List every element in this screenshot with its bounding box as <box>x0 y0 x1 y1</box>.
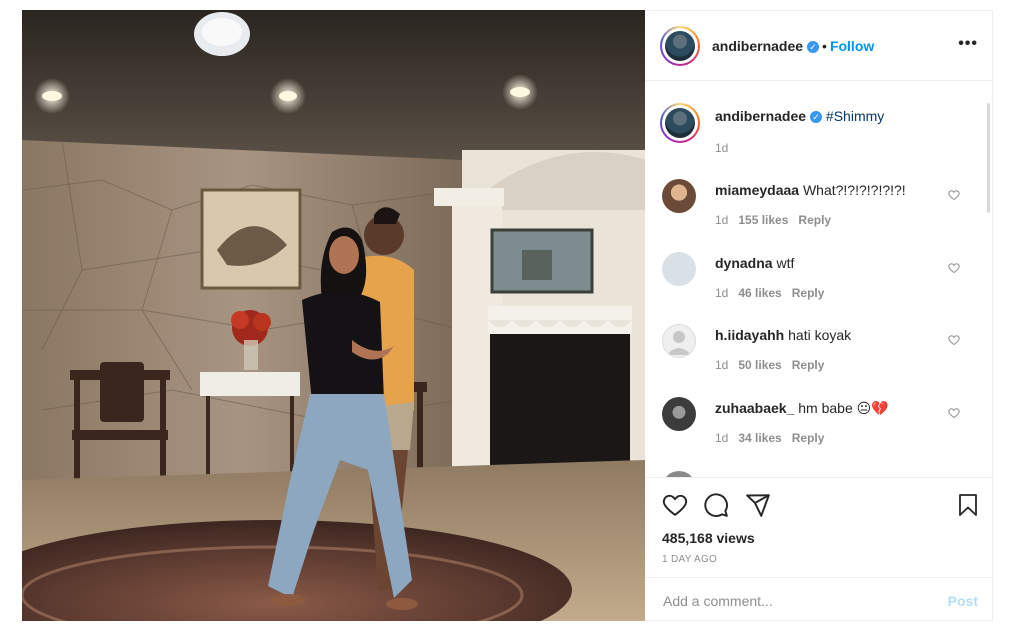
comment-meta: 1d 46 likes Reply <box>715 286 834 300</box>
comment-likes[interactable]: 50 likes <box>738 358 781 372</box>
post-actions: 485,168 views 1 DAY AGO Post <box>645 477 992 622</box>
header-line: andibernadee ✓ • Follow <box>712 38 874 56</box>
view-count[interactable]: 485,168 views <box>662 530 755 546</box>
reply-button[interactable]: Reply <box>792 358 825 372</box>
caption-meta: 1d <box>715 141 738 155</box>
comment-text: hm babe 😐💔 <box>798 400 889 416</box>
comment-like-heart-icon[interactable] <box>948 189 960 201</box>
commenter-username[interactable]: zuhaabaek_ <box>715 400 794 416</box>
commenter-username[interactable]: dynadna <box>715 255 773 271</box>
comment-text: hati koyak <box>788 327 852 343</box>
commenter-username[interactable]: miameydaaa <box>715 182 799 198</box>
reply-button[interactable]: Reply <box>798 213 831 227</box>
comment-text: wtf <box>776 255 795 271</box>
caption-item: andibernadee ✓ #Shimmy 1d <box>645 103 992 173</box>
separator-dot: • <box>822 38 827 54</box>
post-video[interactable] <box>22 10 645 621</box>
bookmark-icon[interactable] <box>956 492 980 518</box>
comment-age: 1d <box>715 431 729 445</box>
comment-like-heart-icon[interactable] <box>948 262 960 274</box>
commenter-username[interactable]: h.iidayahh <box>715 327 784 343</box>
caption-hashtag[interactable]: #Shimmy <box>826 108 884 124</box>
commenter-avatar[interactable] <box>662 179 696 213</box>
comment-meta: 1d 155 likes Reply <box>715 213 841 227</box>
comment-like-heart-icon[interactable] <box>948 407 960 419</box>
caption-avatar[interactable] <box>660 103 700 143</box>
comment-age: 1d <box>715 286 729 300</box>
comment-item: miameydaaa What?!?!?!?!?!?! 1d 155 likes R… <box>645 179 992 245</box>
comment-item: h.iidayahh hati koyak 1d 50 likes Reply <box>645 324 992 390</box>
verified-badge-icon: ✓ <box>810 111 823 124</box>
commenter-avatar[interactable] <box>662 397 696 431</box>
verified-badge-icon: ✓ <box>807 40 820 53</box>
comment-text-line: zuhaabaek_ hm babe 😐💔 <box>715 399 935 417</box>
comment-text-line: h.iidayahh hati koyak <box>715 326 935 344</box>
comment-likes[interactable]: 46 likes <box>738 286 781 300</box>
comment-input[interactable] <box>661 590 925 612</box>
comment-icon[interactable] <box>703 492 729 518</box>
comment-likes[interactable]: 155 likes <box>738 213 788 227</box>
author-avatar[interactable] <box>660 26 700 66</box>
comment-text-line: miameydaaa What?!?!?!?!?!?! <box>715 181 935 199</box>
comment-text-line: dynadna wtf <box>715 254 935 272</box>
follow-button[interactable]: Follow <box>830 38 874 54</box>
add-comment-bar: Post <box>645 577 992 623</box>
post-timestamp: 1 DAY AGO <box>662 554 718 565</box>
comment-text: What?!?!?!?!?!?! <box>802 182 906 198</box>
comment-age: 1d <box>715 358 729 372</box>
reply-button[interactable]: Reply <box>792 431 825 445</box>
commenter-avatar[interactable] <box>662 252 696 286</box>
post-header: andibernadee ✓ • Follow ••• <box>645 11 992 81</box>
video-frame-image <box>22 10 645 621</box>
comment-item: zuhaabaek_ hm babe 😐💔 1d 34 likes Reply <box>645 397 992 463</box>
heart-icon[interactable] <box>662 492 688 518</box>
commenter-avatar[interactable] <box>662 324 696 358</box>
more-options-icon[interactable]: ••• <box>958 35 978 53</box>
comment-item: dynadna wtf 1d 46 likes Reply <box>645 252 992 318</box>
comment-age: 1d <box>715 213 729 227</box>
caption-text-line: andibernadee ✓ #Shimmy <box>715 107 935 125</box>
default-avatar-icon <box>667 331 691 355</box>
author-username[interactable]: andibernadee <box>712 38 803 54</box>
caption-username[interactable]: andibernadee <box>715 108 806 124</box>
caption-age: 1d <box>715 141 729 155</box>
post-details-panel: andibernadee ✓ • Follow ••• andibernadee ✓ #… <box>645 10 993 621</box>
comment-likes[interactable]: 34 likes <box>738 431 781 445</box>
reply-button[interactable]: Reply <box>792 286 825 300</box>
comment-meta: 1d 50 likes Reply <box>715 358 834 372</box>
comment-meta: 1d 34 likes Reply <box>715 431 834 445</box>
share-icon[interactable] <box>745 492 771 518</box>
comments-list[interactable]: andibernadee ✓ #Shimmy 1d miameydaaa What… <box>645 81 992 477</box>
comment-like-heart-icon[interactable] <box>948 334 960 346</box>
post-comment-button[interactable]: Post <box>948 593 978 609</box>
instagram-post-window: andibernadee ✓ • Follow ••• andibernadee ✓ #… <box>0 0 1012 639</box>
